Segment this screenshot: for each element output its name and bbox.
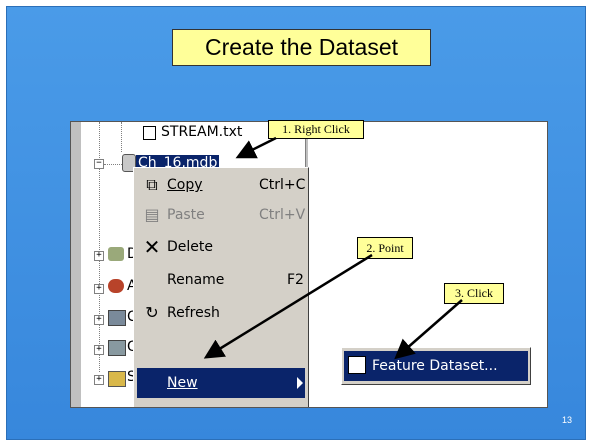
slide: Create the Dataset STREAM.txt − Ch_16.md… (0, 0, 592, 446)
page-number: 13 (562, 415, 573, 425)
arrow-click (394, 299, 463, 360)
arrow-right-click (235, 136, 277, 159)
pointer-arrows (203, 136, 463, 360)
arrow-point (203, 253, 373, 359)
